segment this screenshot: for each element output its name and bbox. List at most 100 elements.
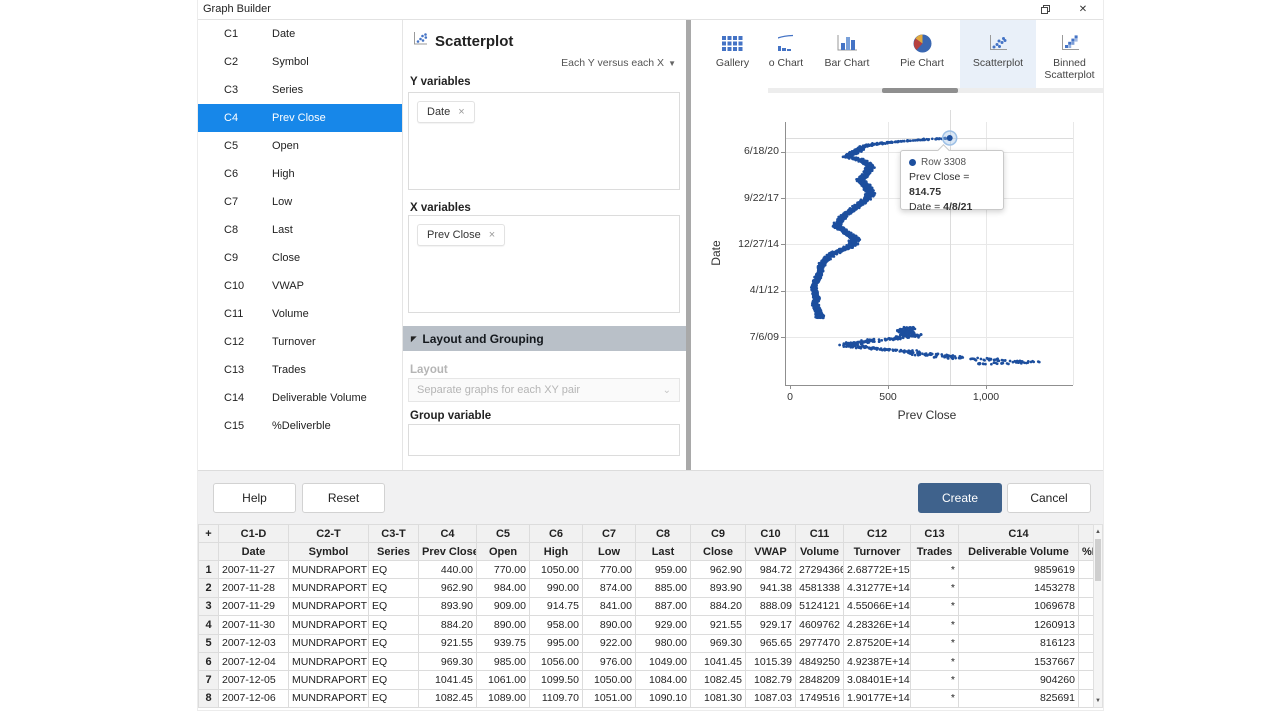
table-cell[interactable]: 1056.00: [530, 652, 583, 670]
column-item-c15[interactable]: C15%Deliverble: [198, 412, 402, 440]
table-cell[interactable]: 1081.30: [691, 689, 746, 707]
table-cell[interactable]: 984.72: [746, 561, 796, 579]
table-cell[interactable]: 941.38: [746, 579, 796, 597]
table-cell[interactable]: *: [911, 579, 959, 597]
column-id-header[interactable]: C2-T: [289, 525, 369, 543]
table-cell[interactable]: EQ: [369, 652, 419, 670]
remove-chip-icon[interactable]: ×: [489, 229, 495, 241]
table-cell[interactable]: 885.00: [636, 579, 691, 597]
table-cell[interactable]: 976.00: [583, 652, 636, 670]
table-cell[interactable]: 995.00: [530, 634, 583, 652]
scatter-plot-canvas[interactable]: [691, 92, 1103, 440]
table-cell[interactable]: 1537667: [959, 652, 1079, 670]
column-item-c3[interactable]: C3Series: [198, 76, 402, 104]
table-cell[interactable]: 893.90: [419, 597, 477, 615]
table-cell[interactable]: 884.20: [691, 597, 746, 615]
table-cell[interactable]: MUNDRAPORT: [289, 597, 369, 615]
table-cell[interactable]: *: [911, 671, 959, 689]
table-cell[interactable]: 770.00: [583, 561, 636, 579]
column-name-header[interactable]: Symbol: [289, 543, 369, 561]
table-cell[interactable]: EQ: [369, 689, 419, 707]
table-cell[interactable]: 27294366: [796, 561, 844, 579]
table-cell[interactable]: 921.55: [691, 616, 746, 634]
column-name-header[interactable]: %D: [1079, 543, 1094, 561]
gallery-item-bar-chart[interactable]: Bar Chart: [810, 20, 884, 88]
table-cell[interactable]: EQ: [369, 616, 419, 634]
table-cell[interactable]: 965.65: [746, 634, 796, 652]
table-cell[interactable]: 841.00: [583, 597, 636, 615]
table-cell[interactable]: 1050.00: [530, 561, 583, 579]
column-id-header[interactable]: C13: [911, 525, 959, 543]
table-cell[interactable]: 990.00: [530, 579, 583, 597]
table-cell[interactable]: 1015.39: [746, 652, 796, 670]
table-cell[interactable]: 2007-12-04: [219, 652, 289, 670]
y-variable-chip[interactable]: Date ×: [417, 101, 475, 123]
column-name-header[interactable]: Volume: [796, 543, 844, 561]
table-cell[interactable]: 440.00: [419, 561, 477, 579]
table-cell[interactable]: EQ: [369, 671, 419, 689]
table-cell[interactable]: 1061.00: [477, 671, 530, 689]
table-cell[interactable]: 1260913: [959, 616, 1079, 634]
column-id-header[interactable]: C14: [959, 525, 1079, 543]
column-item-c11[interactable]: C11Volume: [198, 300, 402, 328]
x-variables-box[interactable]: Prev Close ×: [408, 215, 680, 313]
table-cell[interactable]: 985.00: [477, 652, 530, 670]
column-name-header[interactable]: VWAP: [746, 543, 796, 561]
table-cell[interactable]: EQ: [369, 634, 419, 652]
table-cell[interactable]: 4609762: [796, 616, 844, 634]
table-cell[interactable]: 2007-11-29: [219, 597, 289, 615]
table-cell[interactable]: [1079, 689, 1094, 707]
table-cell[interactable]: 9859619: [959, 561, 1079, 579]
row-number[interactable]: 5: [199, 634, 219, 652]
table-cell[interactable]: 3.08401E+14: [844, 671, 911, 689]
column-id-header[interactable]: C12: [844, 525, 911, 543]
table-vertical-scrollbar[interactable]: ▲ ▼: [1093, 524, 1103, 708]
table-cell[interactable]: MUNDRAPORT: [289, 616, 369, 634]
column-item-c1[interactable]: C1Date: [198, 20, 402, 48]
column-item-c14[interactable]: C14Deliverable Volume: [198, 384, 402, 412]
column-name-header[interactable]: Open: [477, 543, 530, 561]
table-cell[interactable]: 1090.10: [636, 689, 691, 707]
table-cell[interactable]: 825691: [959, 689, 1079, 707]
table-scrollbar-thumb[interactable]: [1095, 539, 1101, 581]
table-cell[interactable]: 890.00: [477, 616, 530, 634]
column-id-header[interactable]: C5: [477, 525, 530, 543]
column-item-c13[interactable]: C13Trades: [198, 356, 402, 384]
table-cell[interactable]: 984.00: [477, 579, 530, 597]
column-item-c10[interactable]: C10VWAP: [198, 272, 402, 300]
table-cell[interactable]: 1099.50: [530, 671, 583, 689]
table-cell[interactable]: 962.90: [691, 561, 746, 579]
table-cell[interactable]: 4849250: [796, 652, 844, 670]
gallery-item-scatterplot[interactable]: Scatterplot: [960, 20, 1036, 88]
column-name-header[interactable]: High: [530, 543, 583, 561]
column-name-header[interactable]: Close: [691, 543, 746, 561]
reset-button[interactable]: Reset: [302, 483, 385, 513]
row-number[interactable]: 1: [199, 561, 219, 579]
column-id-header[interactable]: C3-T: [369, 525, 419, 543]
row-number-header[interactable]: [199, 543, 219, 561]
table-cell[interactable]: MUNDRAPORT: [289, 652, 369, 670]
column-item-c6[interactable]: C6High: [198, 160, 402, 188]
table-cell[interactable]: 874.00: [583, 579, 636, 597]
table-cell[interactable]: 887.00: [636, 597, 691, 615]
table-cell[interactable]: 4581338: [796, 579, 844, 597]
table-cell[interactable]: [1079, 616, 1094, 634]
row-number[interactable]: 6: [199, 652, 219, 670]
table-cell[interactable]: 1051.00: [583, 689, 636, 707]
column-name-header[interactable]: Deliverable Volume: [959, 543, 1079, 561]
table-cell[interactable]: 921.55: [419, 634, 477, 652]
table-cell[interactable]: 1049.00: [636, 652, 691, 670]
table-cell[interactable]: 1082.45: [419, 689, 477, 707]
plot-mode-dropdown[interactable]: Each Y versus each X ▼: [561, 57, 676, 69]
row-number[interactable]: 8: [199, 689, 219, 707]
table-cell[interactable]: [1079, 634, 1094, 652]
table-cell[interactable]: 1.90177E+14: [844, 689, 911, 707]
column-item-c5[interactable]: C5Open: [198, 132, 402, 160]
table-cell[interactable]: 2.87520E+14: [844, 634, 911, 652]
row-number[interactable]: 3: [199, 597, 219, 615]
column-name-header[interactable]: Series: [369, 543, 419, 561]
table-cell[interactable]: 2007-12-06: [219, 689, 289, 707]
table-cell[interactable]: 929.17: [746, 616, 796, 634]
table-cell[interactable]: 1050.00: [583, 671, 636, 689]
gallery-item-pie-chart[interactable]: Pie Chart: [884, 20, 960, 88]
